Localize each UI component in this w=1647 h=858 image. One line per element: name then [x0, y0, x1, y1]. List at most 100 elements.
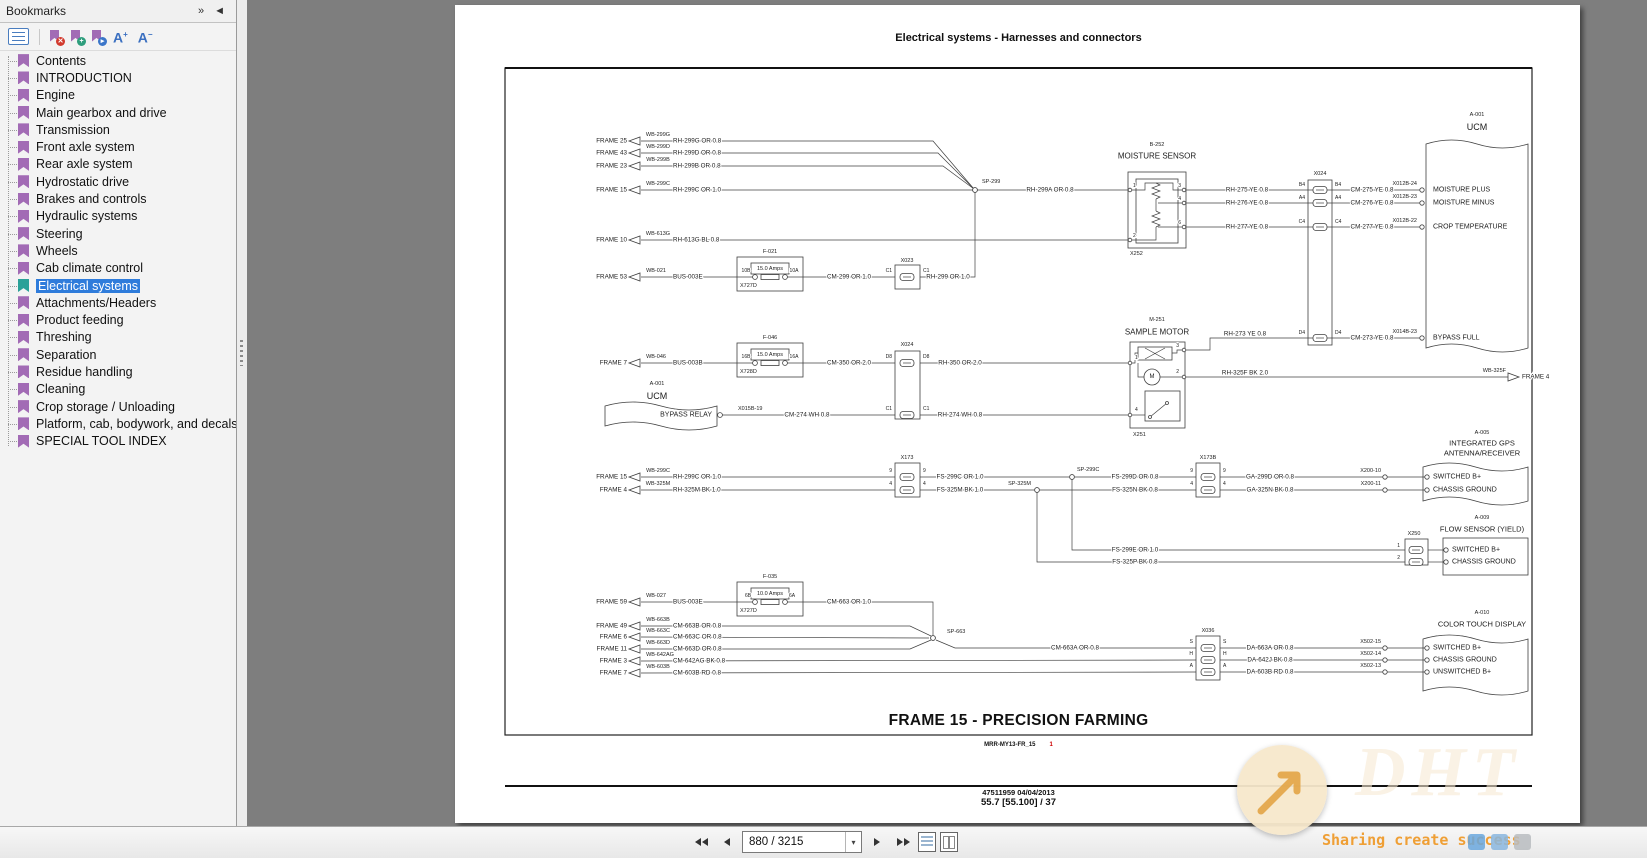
- diagram-label: FRAME 4: [600, 487, 628, 494]
- delete-bookmark-button[interactable]: ✕: [50, 29, 65, 46]
- bookmark-item[interactable]: Contents: [0, 52, 236, 69]
- bookmark-item[interactable]: Front axle system: [0, 138, 236, 155]
- frame-arrow-icon: [627, 621, 641, 631]
- bookmark-item[interactable]: INTRODUCTION: [0, 69, 236, 86]
- bookmark-item[interactable]: Cab climate control: [0, 260, 236, 277]
- bookmark-item[interactable]: Hydraulic systems: [0, 208, 236, 225]
- bookmark-item[interactable]: Product feeding: [0, 311, 236, 328]
- bookmark-item[interactable]: Wheels: [0, 242, 236, 259]
- app-icon: [1514, 834, 1531, 850]
- diagram-label: CHASSIS GROUND: [1452, 559, 1516, 566]
- bookmark-options-icon[interactable]: [8, 28, 29, 45]
- terminal-icon: [1424, 474, 1430, 480]
- diagram-label: D8: [886, 354, 893, 360]
- next-page-button[interactable]: [866, 831, 888, 853]
- bookmark-item[interactable]: Electrical systems: [0, 277, 236, 294]
- diagram-label: RH-275 YE 0.8: [1226, 187, 1269, 194]
- diagram-label: DA-642J BK 0.8: [1247, 657, 1293, 664]
- bookmark-item[interactable]: Separation: [0, 346, 236, 363]
- diagram-label: SP-663: [947, 629, 965, 635]
- diagram-label: WB-299G: [646, 132, 670, 138]
- page-number-combobox[interactable]: 880 / 3215 ▾: [742, 831, 862, 853]
- diagram-label: FRAME 3: [600, 658, 628, 665]
- bookmark-item[interactable]: Hydrostatic drive: [0, 173, 236, 190]
- splice-node: [930, 635, 936, 641]
- panel-collapse-back-icon[interactable]: ◄: [209, 5, 230, 17]
- goto-bookmark-button[interactable]: ▸: [92, 29, 107, 46]
- previous-page-button[interactable]: [716, 831, 738, 853]
- bookmark-item-label: Rear axle system: [36, 157, 133, 172]
- bookmark-item[interactable]: Threshing: [0, 329, 236, 346]
- bookmark-flag-icon: [18, 123, 29, 137]
- font-decrease-button[interactable]: A−: [138, 28, 153, 45]
- terminal-icon: [1382, 657, 1388, 663]
- diagram-label: 16A: [790, 354, 800, 360]
- diagram-label: D8: [923, 354, 930, 360]
- diagram-label: CHASSIS GROUND: [1433, 657, 1497, 664]
- diagram-label: FRAME 43: [596, 150, 627, 157]
- single-page-view-button[interactable]: [918, 832, 936, 852]
- wire: [1149, 402, 1168, 418]
- facing-page-view-button[interactable]: [940, 832, 958, 852]
- diagram-label: BYPASS FULL: [1433, 335, 1480, 342]
- bookmarks-toolbar: ✕ + ▸ A+ A−: [0, 23, 236, 51]
- bookmark-item[interactable]: SPECIAL TOOL INDEX: [0, 433, 236, 450]
- page-number-value[interactable]: 880 / 3215: [743, 836, 845, 848]
- first-page-button[interactable]: [690, 831, 712, 853]
- diagram-box: [760, 274, 780, 280]
- diagram-label: X012B-24: [1393, 181, 1417, 187]
- doc-code: MRR-MY13-FR_15: [984, 742, 1036, 748]
- triangle-left-icon: [701, 838, 708, 846]
- diagram-label: X728D: [740, 369, 757, 375]
- bookmark-item-label: INTRODUCTION: [36, 70, 132, 85]
- diagram-label: DA-663A OR 0.8: [1247, 645, 1294, 652]
- bookmark-item[interactable]: Engine: [0, 87, 236, 104]
- chevron-down-icon[interactable]: ▾: [845, 832, 861, 852]
- add-bookmark-button[interactable]: +: [71, 29, 86, 46]
- diagram-label: A-009: [1475, 515, 1490, 521]
- bookmark-item[interactable]: Residue handling: [0, 363, 236, 380]
- diagram-label: CM-663A OR 0.8: [1051, 645, 1099, 652]
- bookmark-item[interactable]: Platform, cab, bodywork, and decals: [0, 415, 236, 432]
- bookmark-item-label: Contents: [36, 53, 87, 68]
- bookmark-item[interactable]: Brakes and controls: [0, 190, 236, 207]
- bookmark-item[interactable]: Crop storage / Unloading: [0, 398, 236, 415]
- diagram-label: S: [1223, 639, 1227, 645]
- diagram-label: CM-603B RD 0.8: [673, 670, 721, 677]
- bookmark-flag-icon: [18, 330, 29, 344]
- font-increase-button[interactable]: A+: [113, 28, 128, 45]
- diagram-label: FRAME 6: [600, 634, 628, 641]
- bookmark-item[interactable]: Transmission: [0, 121, 236, 138]
- bookmark-item[interactable]: Main gearbox and drive: [0, 104, 236, 121]
- document-viewport[interactable]: Electrical systems - Harnesses and conne…: [247, 0, 1647, 827]
- bookmark-item[interactable]: Rear axle system: [0, 156, 236, 173]
- diagram-label: MOISTURE PLUS: [1433, 187, 1491, 194]
- terminal-icon: [717, 412, 723, 418]
- bookmark-item-label: Threshing: [36, 330, 92, 345]
- diagram-footer-title: FRAME 15 - PRECISION FARMING: [888, 712, 1149, 729]
- diagram-label: SWITCHED B+: [1433, 474, 1481, 481]
- diagram-label: A4: [1299, 195, 1305, 201]
- last-page-button[interactable]: [892, 831, 914, 853]
- diagram-label: WB-299C: [646, 468, 670, 474]
- bookmark-item-label: SPECIAL TOOL INDEX: [36, 434, 167, 449]
- wire: [1137, 363, 1144, 378]
- triangle-right-icon: [874, 838, 880, 846]
- toolbar-separator: [39, 28, 40, 45]
- terminal-icon: [1419, 224, 1425, 230]
- diagram-label: RH-613G BL 0.8: [673, 237, 720, 244]
- diagram-label: ANTENNA/RECEIVER: [1444, 449, 1521, 458]
- diagram-label: 4: [889, 481, 892, 487]
- diagram-label: 15.0 Amps: [757, 266, 783, 272]
- diagram-label: WB-325M: [646, 481, 671, 487]
- watermark-icons: [1468, 834, 1531, 850]
- terminal-icon: [1419, 187, 1425, 193]
- bookmark-item[interactable]: Cleaning: [0, 381, 236, 398]
- bookmark-item[interactable]: Attachments/Headers: [0, 294, 236, 311]
- bookmarks-panel-header: Bookmarks » ◄: [0, 0, 236, 23]
- bookmark-flag-icon: [18, 244, 29, 258]
- bookmark-item[interactable]: Steering: [0, 225, 236, 242]
- bookmarks-panel: Bookmarks » ◄ ✕ + ▸ A+ A− Contents INTROD…: [0, 0, 237, 827]
- panel-collapse-forward-icon[interactable]: »: [193, 5, 209, 17]
- diagram-label: B4: [1335, 182, 1341, 188]
